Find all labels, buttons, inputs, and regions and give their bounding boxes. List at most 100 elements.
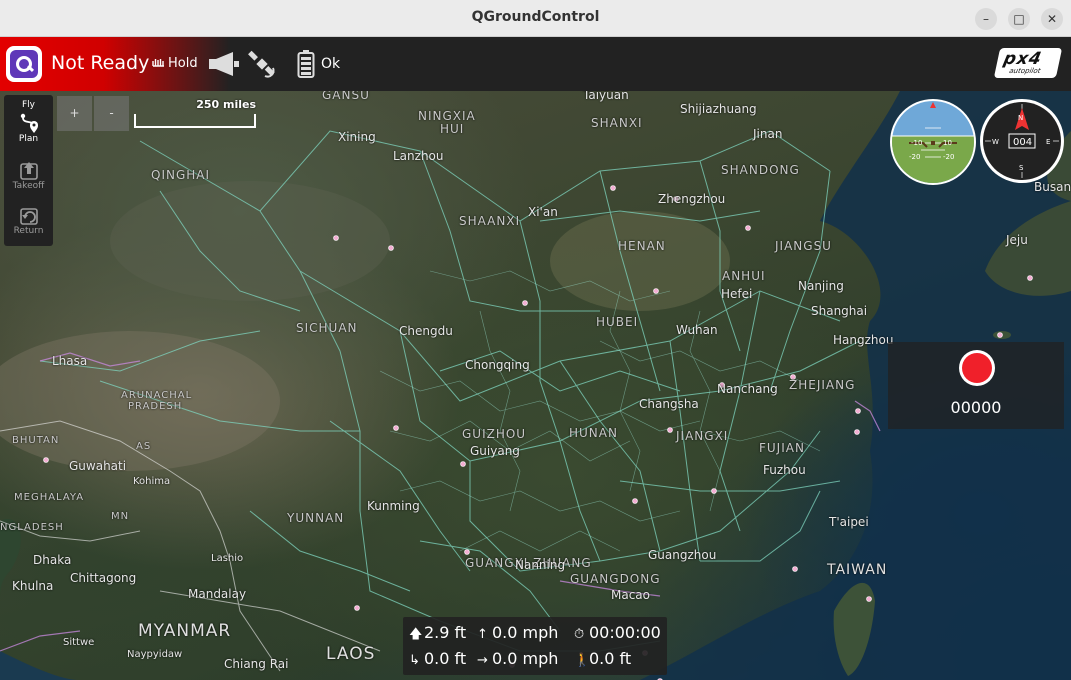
map-label: Chittagong [70,571,137,585]
map-label: GUANGDONG [570,572,661,586]
map-label: Lanzhou [393,149,444,163]
map-scale: 250 miles [134,98,256,128]
compass-e: E [1046,138,1050,146]
compass-w: W [992,138,999,146]
compass-s: S [1019,164,1024,172]
climb-rate-value: → 0.0 mph [477,649,559,668]
tool-strip: Fly Plan Takeoff Return [4,95,53,246]
maximize-button[interactable]: □ [1008,8,1030,30]
map-label: LAOS [326,644,376,664]
close-button[interactable]: ✕ [1041,8,1063,30]
map-label: Xining [338,130,376,144]
map-label: Wuhan [676,323,718,337]
map-label: Shijiazhuang [680,102,757,116]
return-home-icon [19,208,38,225]
battery-status-text: Ok [321,56,341,72]
walking-icon: 🚶 [574,653,591,668]
record-button[interactable] [959,350,995,386]
map-label: Xi'an [528,205,558,219]
map-label: Dhaka [33,553,72,567]
map-label: Macao [611,588,650,602]
map-label: JIANGSU [775,239,832,253]
fly-tool-label[interactable]: Fly [4,100,53,110]
map-label: NGLADESH [0,522,64,533]
px4-logo-text: px4 [1001,49,1044,69]
map-label: AS [136,441,152,452]
map-label: HUNAN [569,426,618,440]
distance-value: ↳ 0.0 ft [409,649,467,668]
map-label: Guiyang [470,444,520,458]
map-label: Guangzhou [648,548,717,562]
map-label: GANSU [322,91,370,102]
plan-tool-label: Plan [18,134,39,144]
px4-logo: px4 autopilot [993,48,1063,78]
flight-time-value: ⏱ 00:00:00 [574,623,661,642]
window-titlebar: QGroundControl – □ ✕ [0,0,1071,37]
takeoff-tool[interactable]: Takeoff [4,159,53,191]
distance-home-value: 🚶0.0 ft [574,649,632,668]
main-toolbar: Not Ready Hold Ok px4 autopilot [0,37,1071,91]
flight-mode-selector[interactable]: Hold [168,56,198,71]
battery-icon[interactable] [297,50,315,78]
megaphone-icon[interactable] [207,50,241,78]
attitude-tick-4: -20 [943,153,954,161]
plan-tool[interactable]: Plan [4,112,53,144]
arrow-up-icon: ↑ [477,627,488,642]
takeoff-tool-label: Takeoff [12,181,45,191]
map-label: ANHUI [722,269,766,283]
map-label: SHANXI [591,116,643,130]
map-label: JIANGXI [676,429,729,443]
map-label: Changsha [639,397,699,411]
map-label: GUIZHOU [462,427,527,441]
zoom-out-button[interactable]: - [94,96,129,131]
compass-n: N [1018,114,1023,122]
stopwatch-icon: ⏱ [574,627,585,642]
map-label: MEGHALAYA [14,492,85,503]
qgc-logo-icon[interactable] [6,46,42,82]
map-label: BHUTAN [12,435,60,446]
map-label: HUI [440,122,465,136]
plan-route-icon [20,113,38,133]
map-label: Sittwe [63,637,95,648]
map-label: SICHUAN [296,321,358,335]
map-label: NINGXIA [418,109,476,123]
vehicle-status-text: Not Ready [51,52,150,74]
minimize-button[interactable]: – [975,8,997,30]
attitude-tick-1: -10 [911,139,922,147]
map-label: MN [111,511,130,522]
map-label: FUJIAN [759,441,805,455]
map-label: Nanchang [717,382,778,396]
map-label: Guwahati [69,459,127,473]
flight-mode-icon [152,59,164,67]
map-label: Chengdu [399,324,453,338]
map-label: Jeju [1006,233,1028,247]
compass-indicator[interactable]: N S E W 004 [979,98,1065,184]
return-tool-label: Return [13,226,44,236]
arrow-right-icon: → [477,653,488,668]
map-label: Mandalay [188,587,247,601]
return-tool[interactable]: Return [4,204,53,236]
map-label: HENAN [618,239,666,253]
map-label: TAIWAN [827,562,888,578]
attitude-indicator[interactable]: -10 10 -20 -20 [889,98,977,186]
zoom-in-button[interactable]: + [57,96,92,131]
map-label: Khulna [12,579,54,593]
map-label: Chiang Rai [224,657,289,671]
map-label: Jinan [753,127,783,141]
map-label: Chongqing [465,358,530,372]
telemetry-panel[interactable]: 🡅 2.9 ft ↑ 0.0 mph ⏱ 00:00:00 ↳ 0.0 ft → 0.0 … [403,617,667,675]
map-label: Taiyuan [583,91,629,102]
turn-right-icon: ↳ [409,653,420,668]
map-label: T'aipei [829,515,869,529]
map-label: MYANMAR [138,621,232,641]
altitude-value: 🡅 2.9 ft [409,623,466,647]
map-label: Kohima [133,476,171,487]
ground-speed-value: ↑ 0.0 mph [477,623,559,642]
map-label: Lhasa [52,354,88,368]
map-label: SHANDONG [721,163,800,177]
map-label: YUNNAN [287,511,345,525]
attitude-tick-2: 10 [943,139,952,147]
map-label: Hangzhou [833,333,894,347]
vehicle-status-indicator[interactable]: Not Ready Hold [0,37,230,91]
gps-satellite-icon[interactable] [247,49,277,79]
